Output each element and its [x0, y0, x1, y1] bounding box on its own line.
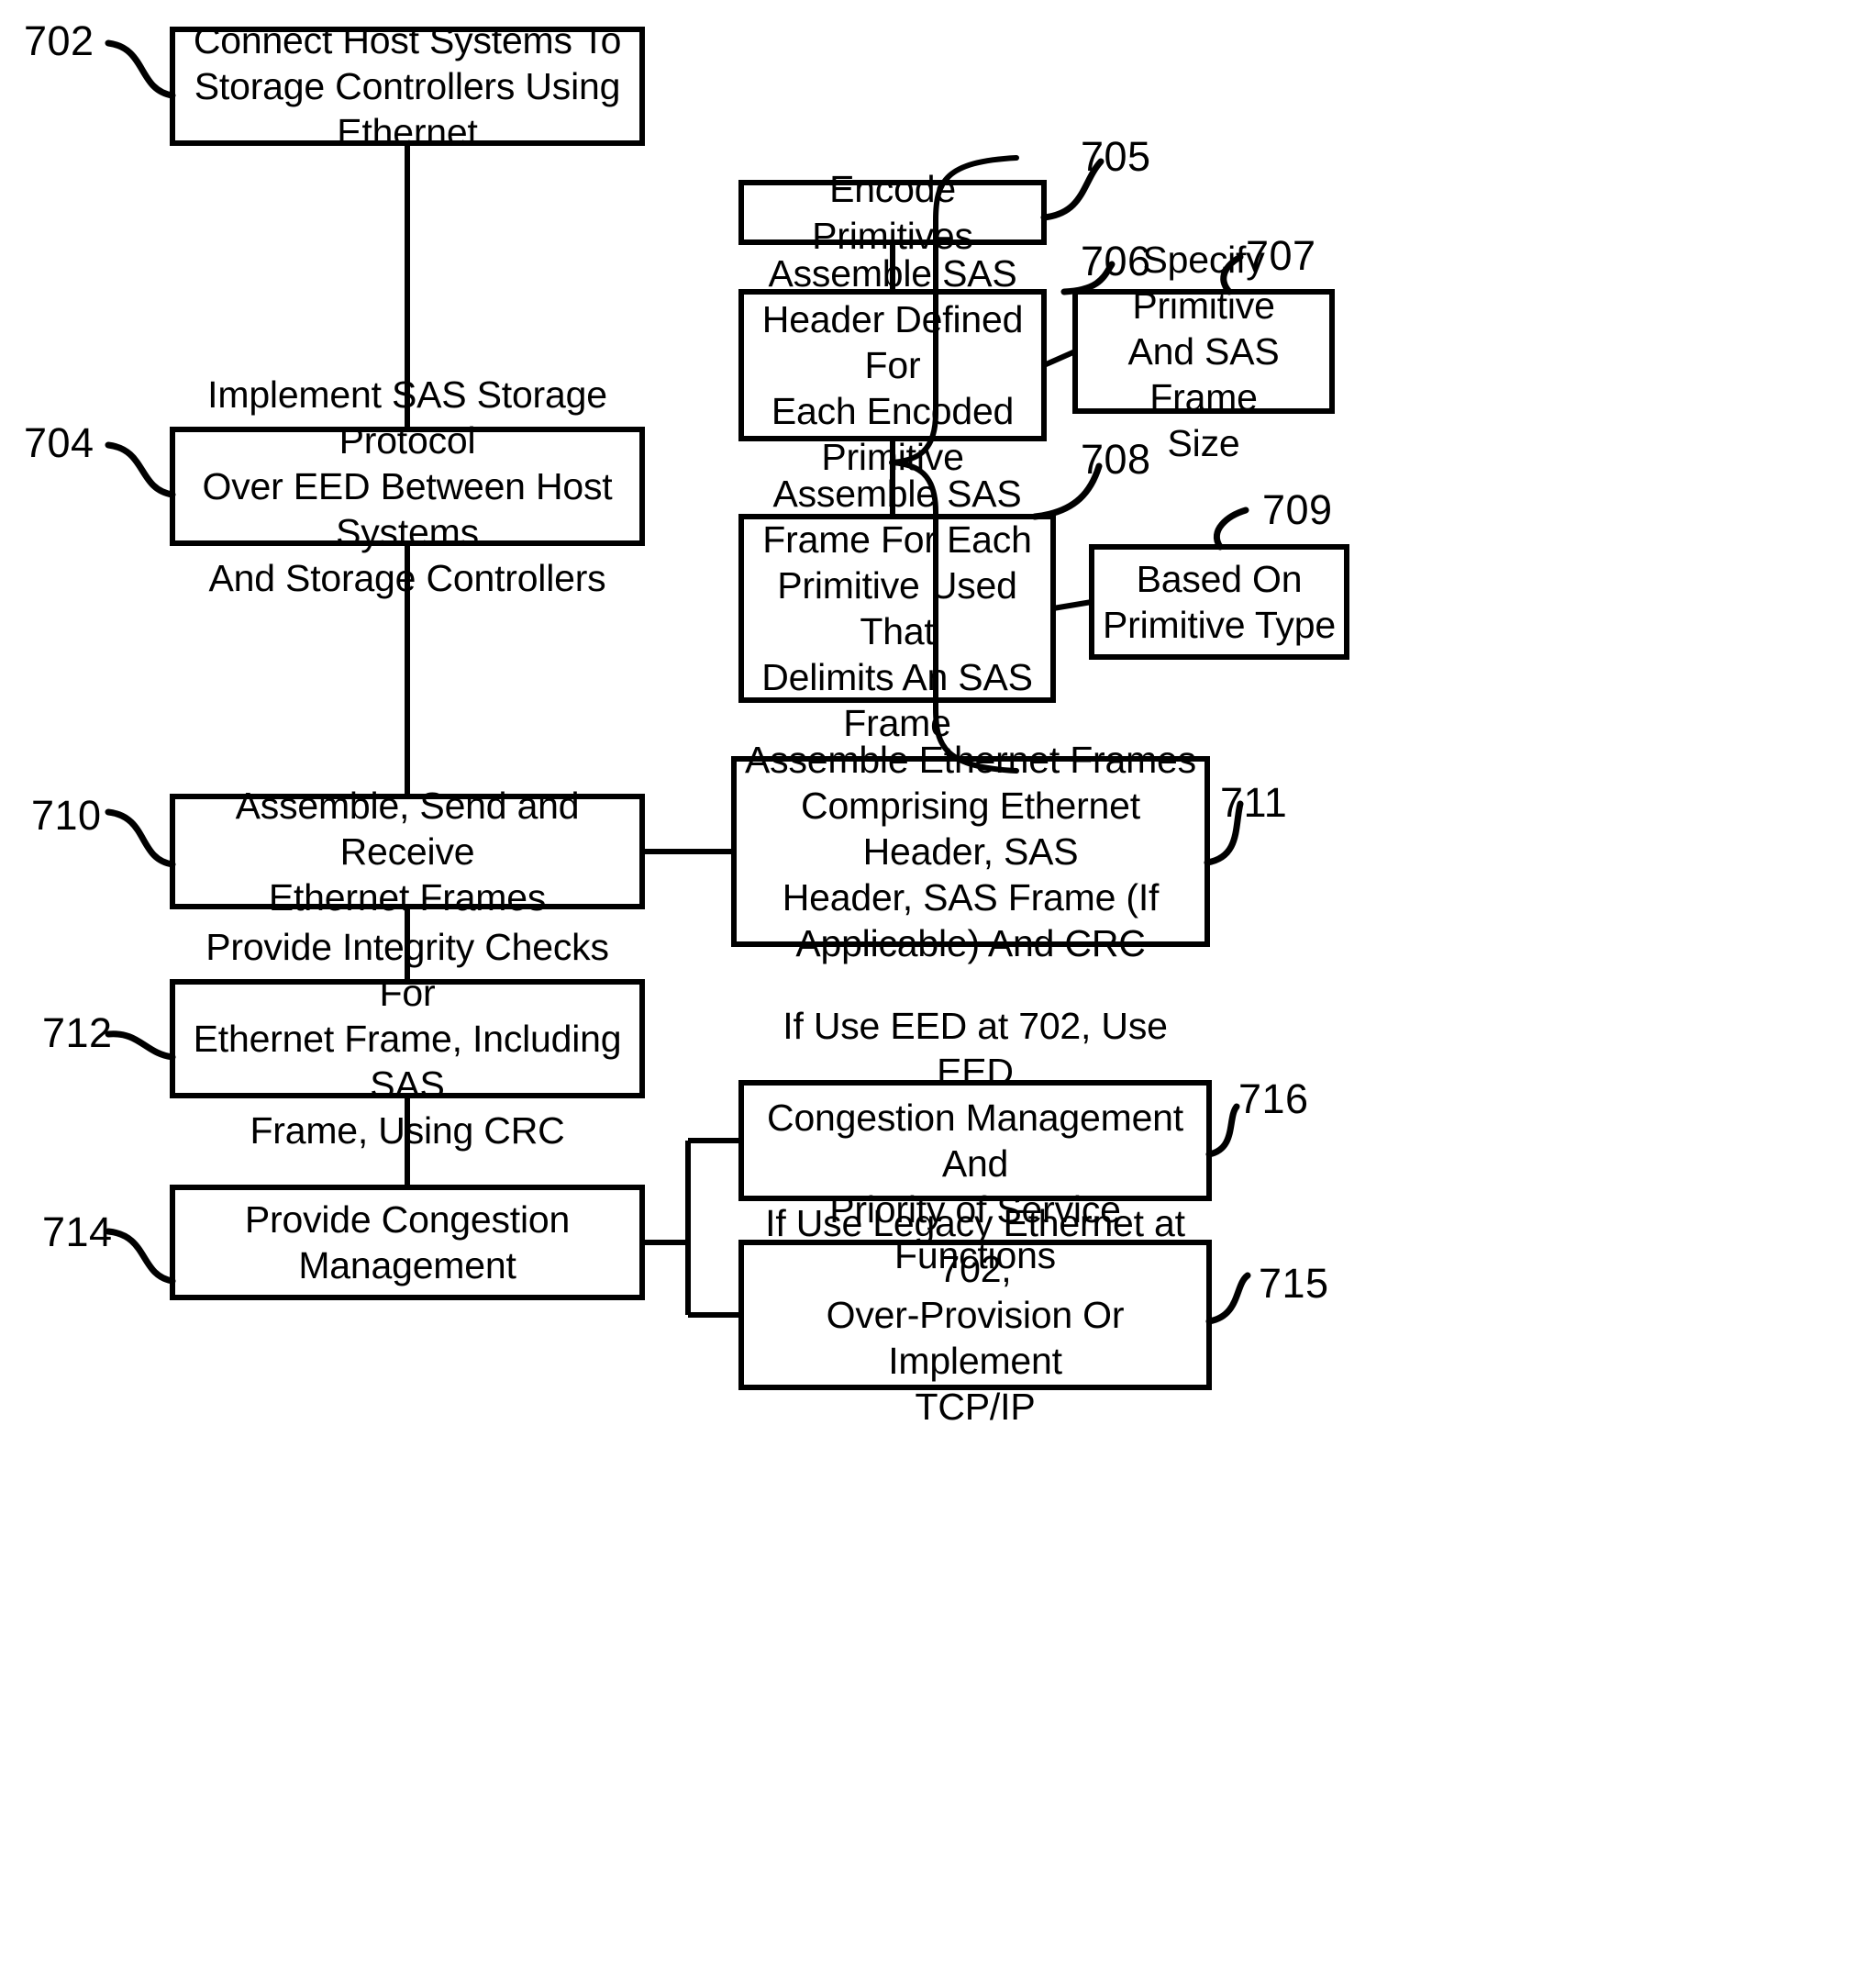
reference-number-708: 708 — [1081, 436, 1151, 483]
process-box-711[interactable] — [731, 756, 1210, 947]
reference-number-712: 712 — [42, 1009, 113, 1056]
leader-line-l704 — [105, 441, 176, 498]
leader-line-l707 — [1220, 253, 1244, 295]
reference-number-716: 716 — [1238, 1075, 1309, 1122]
flowchart-canvas: Connect Host Systems To Storage Controll… — [0, 0, 1876, 1971]
process-box-706[interactable] — [738, 289, 1047, 441]
reference-number-709: 709 — [1262, 486, 1333, 533]
connector-link-708-709 — [1052, 599, 1093, 611]
box-outline-group — [170, 27, 1349, 1390]
process-box-707[interactable] — [1072, 289, 1335, 414]
reference-number-704: 704 — [24, 419, 94, 466]
connector-congestion-trunk — [642, 1138, 741, 1318]
leader-line-l716 — [1205, 1103, 1240, 1158]
process-box-714[interactable] — [170, 1185, 645, 1300]
reference-number-702: 702 — [24, 17, 94, 64]
leader-line-l712 — [105, 1030, 176, 1061]
leader-line-l715 — [1205, 1272, 1251, 1325]
process-box-709[interactable] — [1089, 544, 1349, 660]
leader-line-l709 — [1213, 507, 1249, 551]
reference-number-705: 705 — [1081, 133, 1151, 180]
reference-number-707: 707 — [1246, 232, 1316, 279]
leader-line-l710 — [105, 808, 176, 868]
reference-number-711: 711 — [1220, 779, 1288, 826]
process-box-708[interactable] — [738, 514, 1056, 703]
process-box-702[interactable] — [170, 27, 645, 146]
leader-line-l714 — [105, 1228, 176, 1285]
reference-number-710: 710 — [31, 792, 102, 839]
reference-number-715: 715 — [1259, 1260, 1329, 1307]
process-box-715[interactable] — [738, 1240, 1212, 1390]
connector-link-706-707 — [1042, 349, 1077, 368]
process-box-704[interactable] — [170, 427, 645, 546]
reference-number-706: 706 — [1081, 238, 1151, 284]
process-box-712[interactable] — [170, 979, 645, 1098]
process-box-716[interactable] — [738, 1080, 1212, 1201]
process-box-710[interactable] — [170, 794, 645, 909]
reference-number-714: 714 — [42, 1208, 113, 1255]
diagram-vector-layer — [105, 27, 1349, 1390]
process-box-705[interactable] — [738, 180, 1047, 245]
leader-line-l702 — [105, 39, 176, 99]
